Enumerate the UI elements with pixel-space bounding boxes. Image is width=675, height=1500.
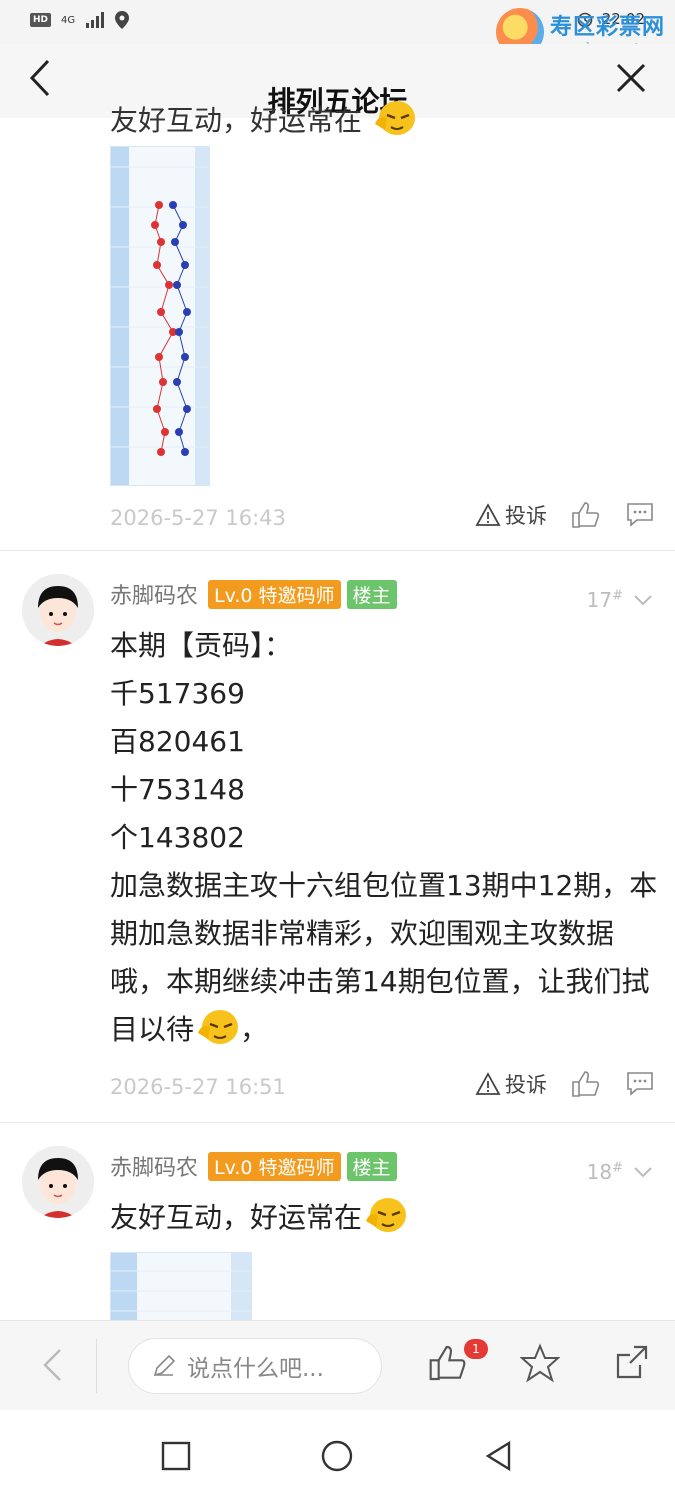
post-18: 赤脚码农 Lv.0 特邀码师 楼主 18# 友好互动，好运常在 bbox=[0, 1122, 675, 1320]
signal-icon bbox=[86, 12, 105, 28]
close-icon bbox=[616, 63, 646, 93]
avatar-image bbox=[22, 1146, 94, 1218]
author-name[interactable]: 赤脚码农 bbox=[110, 1150, 198, 1182]
author-row: 赤脚码农 Lv.0 特邀码师 楼主 bbox=[110, 1150, 397, 1182]
emoji-icon bbox=[366, 1198, 407, 1232]
post-17: 赤脚码农 Lv.0 特邀码师 楼主 17# 本期【贡码】： 千517369 百8… bbox=[0, 550, 675, 1120]
owner-badge: 楼主 bbox=[346, 579, 397, 609]
chevron-left-icon bbox=[43, 1349, 61, 1381]
emoji-icon bbox=[374, 101, 415, 135]
star-icon bbox=[519, 1343, 561, 1383]
avatar-image bbox=[22, 574, 94, 646]
post17-meta: 2026-5-27 16:51 投诉 bbox=[110, 1069, 655, 1109]
pencil-icon bbox=[153, 1354, 176, 1377]
chevron-down-icon[interactable] bbox=[633, 1166, 653, 1178]
thumbs-up-icon bbox=[429, 1345, 466, 1381]
status-bar: HD 4G 22:02 寿区彩票网 www.lqcp.net bbox=[0, 0, 675, 56]
location-icon bbox=[115, 11, 130, 29]
thumbs-up-icon[interactable] bbox=[571, 501, 601, 529]
report-label: 投诉 bbox=[505, 1073, 547, 1097]
forum-thread-page: HD 4G 22:02 寿区彩票网 www.lqcp.net 排列五论坛 bbox=[0, 0, 675, 1500]
close-button[interactable] bbox=[611, 58, 651, 98]
lottery-chart-image[interactable] bbox=[110, 1252, 252, 1320]
back-nav-button[interactable] bbox=[476, 1434, 520, 1478]
triangle-back-icon bbox=[485, 1440, 511, 1472]
author-row: 赤脚码农 Lv.0 特邀码师 楼主 bbox=[110, 578, 397, 610]
warning-icon bbox=[475, 1072, 501, 1095]
warning-icon bbox=[475, 503, 501, 526]
post-body: 本期【贡码】： 千517369 百820461 十753148 个143802 … bbox=[110, 629, 658, 1046]
report-label: 投诉 bbox=[505, 504, 547, 528]
prev-button[interactable] bbox=[30, 1343, 74, 1387]
post-timestamp: 2026-5-27 16:51 bbox=[110, 1075, 286, 1099]
share-icon bbox=[616, 1345, 648, 1379]
post-body: 友好互动，好运常在 bbox=[110, 1194, 658, 1242]
circle-icon bbox=[321, 1440, 353, 1472]
post-timestamp: 2026-5-27 16:43 bbox=[110, 506, 286, 530]
like-count-badge: 1 bbox=[464, 1339, 488, 1359]
floor-number: 18# bbox=[587, 1160, 653, 1184]
bottom-action-bar: 说点什么吧... 1 bbox=[0, 1320, 675, 1410]
like-button[interactable]: 1 bbox=[428, 1339, 488, 1389]
trend-chart-graphic bbox=[111, 147, 209, 485]
hd-indicator: HD bbox=[30, 13, 52, 27]
author-name[interactable]: 赤脚码农 bbox=[110, 578, 198, 610]
comment-icon[interactable] bbox=[625, 1070, 655, 1098]
recents-button[interactable] bbox=[154, 1434, 198, 1478]
system-nav-bar bbox=[0, 1410, 675, 1500]
thread-content: 友好互动，好运常在 2026-5-27 16:43 投诉 赤脚码农 Lv.0 特… bbox=[0, 100, 675, 1320]
report-button[interactable]: 投诉 bbox=[475, 1069, 547, 1099]
comment-icon[interactable] bbox=[625, 501, 655, 529]
share-button[interactable] bbox=[612, 1343, 658, 1389]
favorite-button[interactable] bbox=[519, 1343, 566, 1389]
network-type: 4G bbox=[61, 14, 76, 26]
trend-chart-graphic bbox=[111, 1253, 251, 1320]
previous-post-text: 友好互动，好运常在 bbox=[110, 100, 417, 139]
divider bbox=[96, 1339, 97, 1393]
lottery-chart-image[interactable] bbox=[110, 146, 210, 486]
watermark-title: 寿区彩票网 bbox=[549, 14, 665, 40]
avatar[interactable] bbox=[22, 1146, 94, 1218]
square-icon bbox=[161, 1441, 191, 1471]
home-button[interactable] bbox=[315, 1434, 359, 1478]
owner-badge: 楼主 bbox=[346, 1151, 397, 1181]
avatar[interactable] bbox=[22, 574, 94, 646]
thumbs-up-icon[interactable] bbox=[571, 1070, 601, 1098]
level-badge: Lv.0 特邀码师 bbox=[208, 579, 341, 609]
report-button[interactable]: 投诉 bbox=[475, 500, 547, 530]
post16-meta: 2026-5-27 16:43 投诉 bbox=[110, 500, 655, 540]
level-badge: Lv.0 特邀码师 bbox=[208, 1151, 341, 1181]
chevron-down-icon[interactable] bbox=[633, 594, 653, 606]
emoji-icon bbox=[198, 1010, 239, 1044]
floor-number: 17# bbox=[587, 588, 653, 612]
comment-placeholder: 说点什么吧... bbox=[187, 1356, 324, 1382]
comment-input[interactable]: 说点什么吧... bbox=[128, 1338, 382, 1394]
